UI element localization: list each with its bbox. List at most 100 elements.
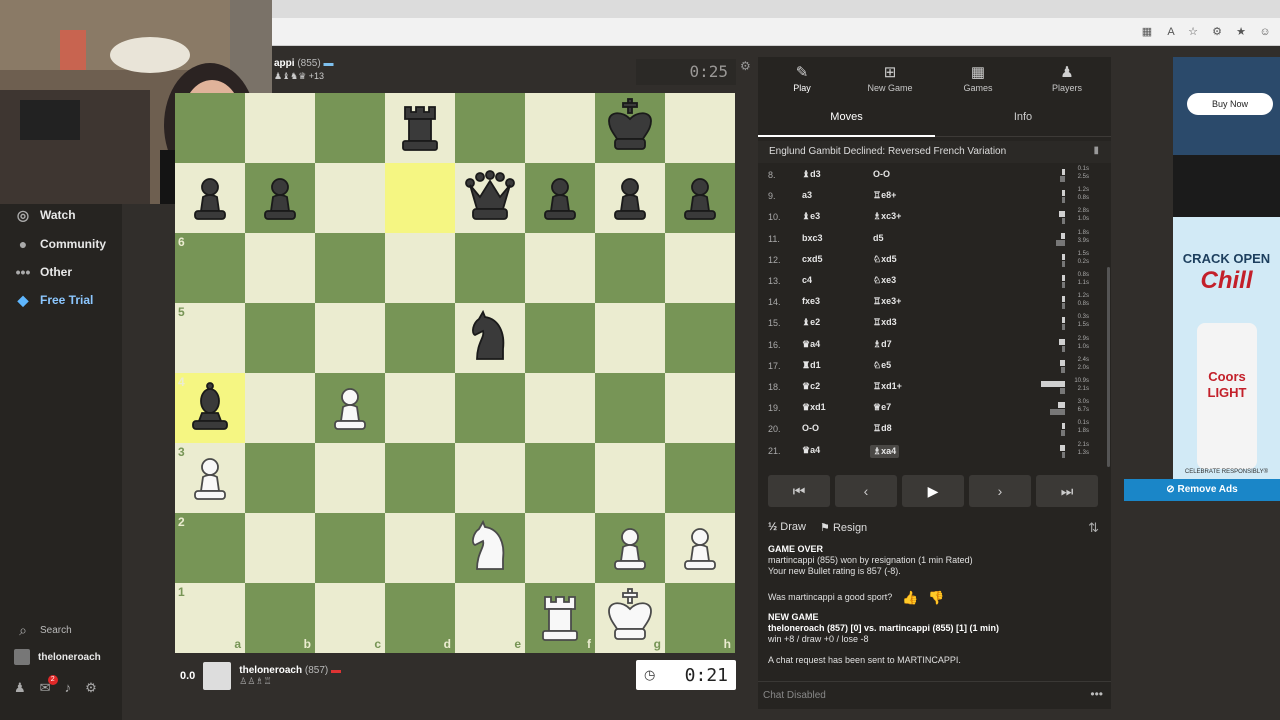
remove-ads-button[interactable]: ⊘ Remove Ads bbox=[1124, 479, 1280, 501]
black-move[interactable]: O-O bbox=[873, 169, 890, 179]
tab-moves[interactable]: Moves bbox=[758, 105, 935, 137]
thumbs-down-icon[interactable]: 👎 bbox=[928, 591, 944, 604]
square-b4[interactable] bbox=[245, 373, 315, 443]
square-a3[interactable]: 3 bbox=[175, 443, 245, 513]
square-g4[interactable] bbox=[595, 373, 665, 443]
tab-new-game[interactable]: ⊞ New Game bbox=[846, 57, 934, 101]
square-d8[interactable] bbox=[385, 93, 455, 163]
square-d4[interactable] bbox=[385, 373, 455, 443]
black-pawn-icon[interactable] bbox=[245, 163, 315, 233]
black-rook-icon[interactable] bbox=[385, 93, 455, 163]
square-h8[interactable] bbox=[665, 93, 735, 163]
square-f3[interactable] bbox=[525, 443, 595, 513]
square-e7[interactable] bbox=[455, 163, 525, 233]
white-pawn-icon[interactable] bbox=[595, 513, 665, 583]
move-list-scrollbar[interactable] bbox=[1107, 267, 1110, 467]
square-b2[interactable] bbox=[245, 513, 315, 583]
resign-button[interactable]: ⚑ Resign bbox=[820, 521, 867, 534]
square-c5[interactable] bbox=[315, 303, 385, 373]
square-d5[interactable] bbox=[385, 303, 455, 373]
black-move[interactable]: ♘e5 bbox=[873, 360, 891, 371]
grid-icon[interactable]: ▦ bbox=[1140, 25, 1154, 39]
square-f8[interactable] bbox=[525, 93, 595, 163]
sidebar-item-free-trial[interactable]: ◆ Free Trial bbox=[14, 289, 94, 311]
square-h6[interactable] bbox=[665, 233, 735, 303]
previous-move-button[interactable]: ‹ bbox=[835, 475, 897, 507]
black-queen-icon[interactable] bbox=[455, 163, 525, 233]
white-pawn-icon[interactable] bbox=[175, 443, 245, 513]
black-move[interactable]: ♖e8+ bbox=[873, 190, 896, 201]
favorites-bar-icon[interactable]: ★ bbox=[1234, 25, 1248, 39]
bell-icon[interactable]: ♪ bbox=[65, 680, 72, 696]
square-d6[interactable] bbox=[385, 233, 455, 303]
book-icon[interactable]: ▮ bbox=[1093, 145, 1099, 156]
black-bishop-icon[interactable] bbox=[175, 373, 245, 443]
top-player-name[interactable]: appi bbox=[274, 58, 295, 69]
black-move[interactable]: ♖d8 bbox=[873, 423, 892, 434]
square-f5[interactable] bbox=[525, 303, 595, 373]
square-a7[interactable] bbox=[175, 163, 245, 233]
draw-button[interactable]: ½ Draw bbox=[768, 521, 806, 533]
favorite-icon[interactable]: ☆ bbox=[1186, 25, 1200, 39]
square-h4[interactable] bbox=[665, 373, 735, 443]
white-move[interactable]: ♝e2 bbox=[802, 317, 820, 328]
square-a1[interactable]: 1a bbox=[175, 583, 245, 653]
square-c1[interactable]: c bbox=[315, 583, 385, 653]
tab-players[interactable]: ♟ Players bbox=[1023, 57, 1111, 101]
black-pawn-icon[interactable] bbox=[595, 163, 665, 233]
friends-icon[interactable]: ♟ bbox=[14, 680, 26, 696]
square-h5[interactable] bbox=[665, 303, 735, 373]
black-move[interactable]: ♘xe3 bbox=[873, 275, 896, 286]
ad-banner-top[interactable]: Buy Now bbox=[1173, 57, 1280, 155]
read-aloud-icon[interactable]: A bbox=[1164, 25, 1178, 39]
black-move[interactable]: d5 bbox=[873, 233, 884, 243]
square-f6[interactable] bbox=[525, 233, 595, 303]
buy-now-button[interactable]: Buy Now bbox=[1187, 93, 1273, 115]
white-move[interactable]: ♝d3 bbox=[802, 169, 821, 180]
square-g5[interactable] bbox=[595, 303, 665, 373]
square-e1[interactable]: e bbox=[455, 583, 525, 653]
square-g1[interactable]: g bbox=[595, 583, 665, 653]
next-move-button[interactable]: › bbox=[969, 475, 1031, 507]
black-pawn-icon[interactable] bbox=[665, 163, 735, 233]
white-move[interactable]: ♛c2 bbox=[802, 381, 820, 392]
white-move[interactable]: cxd5 bbox=[802, 254, 823, 264]
board-settings-icon[interactable]: ⚙ bbox=[740, 59, 751, 73]
square-f7[interactable] bbox=[525, 163, 595, 233]
sidebar-item-other[interactable]: ••• Other bbox=[14, 261, 72, 283]
black-move[interactable]: ♗xc3+ bbox=[873, 211, 901, 222]
chat-input-area[interactable]: Chat Disabled ••• bbox=[758, 681, 1111, 709]
square-b6[interactable] bbox=[245, 233, 315, 303]
thumbs-up-icon[interactable]: 👍 bbox=[902, 591, 918, 604]
black-move[interactable]: ♗d7 bbox=[873, 339, 892, 350]
square-f2[interactable] bbox=[525, 513, 595, 583]
square-g6[interactable] bbox=[595, 233, 665, 303]
flip-board-icon[interactable]: ⇅ bbox=[1088, 520, 1099, 536]
black-pawn-icon[interactable] bbox=[525, 163, 595, 233]
square-c4[interactable] bbox=[315, 373, 385, 443]
white-pawn-icon[interactable] bbox=[315, 373, 385, 443]
white-pawn-icon[interactable] bbox=[665, 513, 735, 583]
black-pawn-icon[interactable] bbox=[175, 163, 245, 233]
black-king-icon[interactable] bbox=[595, 93, 665, 163]
square-b3[interactable] bbox=[245, 443, 315, 513]
white-move[interactable]: ♜d1 bbox=[802, 360, 821, 371]
square-h3[interactable] bbox=[665, 443, 735, 513]
white-move[interactable]: O-O bbox=[802, 423, 819, 433]
square-b1[interactable]: b bbox=[245, 583, 315, 653]
square-e8[interactable] bbox=[455, 93, 525, 163]
square-c6[interactable] bbox=[315, 233, 385, 303]
white-rook-icon[interactable] bbox=[525, 583, 595, 653]
white-king-icon[interactable] bbox=[595, 583, 665, 653]
square-a8[interactable] bbox=[175, 93, 245, 163]
sidebar-item-watch[interactable]: ◎ Watch bbox=[14, 204, 76, 226]
square-b8[interactable] bbox=[245, 93, 315, 163]
sidebar-search[interactable]: ⌕ Search bbox=[14, 619, 72, 641]
square-d3[interactable] bbox=[385, 443, 455, 513]
settings-icon[interactable]: ⚙ bbox=[85, 680, 97, 696]
bottom-player-name[interactable]: theloneroach bbox=[239, 665, 302, 676]
square-d2[interactable] bbox=[385, 513, 455, 583]
square-a5[interactable]: 5 bbox=[175, 303, 245, 373]
square-h1[interactable]: h bbox=[665, 583, 735, 653]
square-b7[interactable] bbox=[245, 163, 315, 233]
